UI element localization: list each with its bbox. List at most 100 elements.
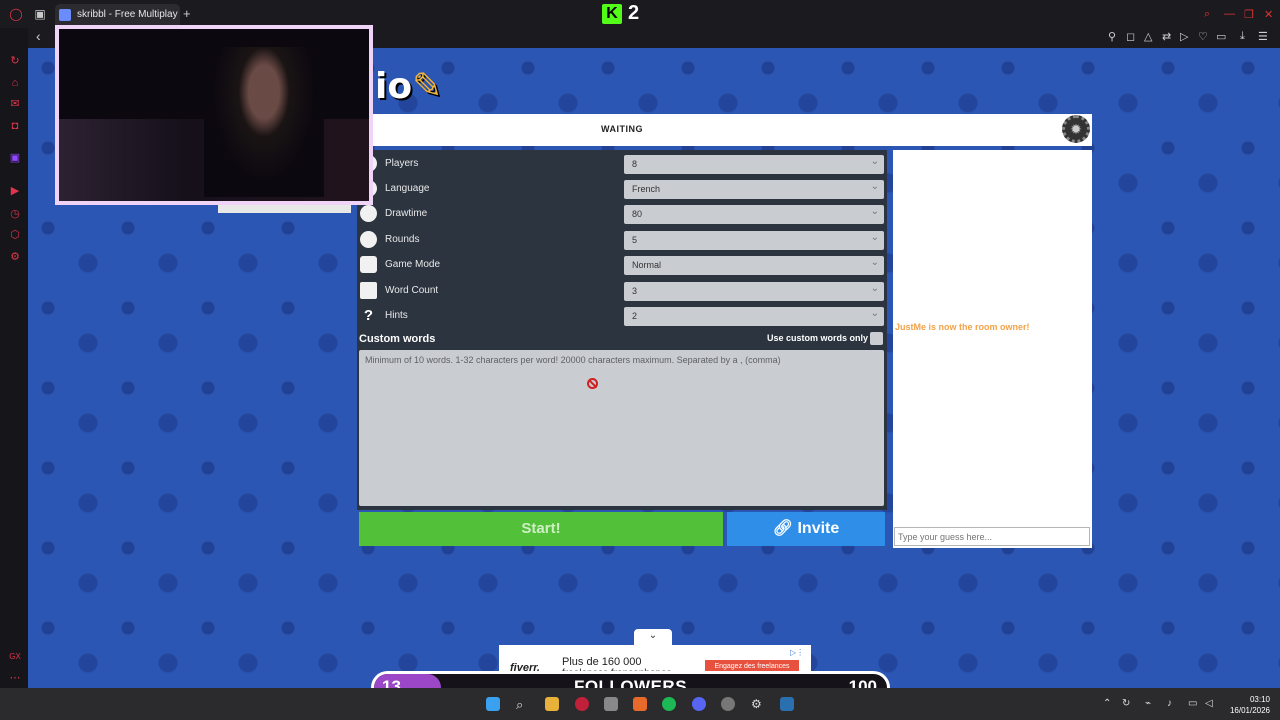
sidebar-player-icon[interactable]: ▶ (9, 185, 21, 197)
setting-label: Drawtime (385, 208, 428, 219)
clock-time: 03:10 (1249, 695, 1270, 704)
sidebar-settings-icon[interactable]: ⚙ (9, 251, 21, 263)
tray-network-icon[interactable]: ⌁ (1145, 698, 1151, 709)
play-icon[interactable]: ▷ (1180, 30, 1188, 43)
clock-date: 16/01/2026 (1229, 706, 1270, 715)
gear-taskbar-icon[interactable]: ⚙ (751, 697, 765, 711)
opera-logo-icon[interactable]: ◯ (8, 6, 24, 22)
tab-skribbl[interactable]: skribbl - Free Multiplay (55, 4, 180, 26)
setting-label: Rounds (385, 234, 420, 245)
word-count-icon (360, 282, 377, 299)
hints-select[interactable]: 2 (624, 304, 884, 326)
opera-gx-taskbar-icon[interactable] (575, 697, 589, 711)
player-card (218, 205, 351, 213)
back-button[interactable]: ‹ (36, 28, 41, 44)
file-explorer-icon[interactable] (545, 697, 559, 711)
search-icon[interactable]: ⌕ (1204, 8, 1210, 21)
spotify-icon[interactable] (662, 697, 676, 711)
setting-row-word-count: Word Count 3 (357, 279, 887, 302)
download-icon[interactable]: ⤓ (1240, 30, 1245, 43)
streamer-video (204, 47, 324, 197)
language-select[interactable]: French (624, 177, 884, 199)
sidebar-history-icon[interactable]: ◷ (9, 208, 21, 220)
hints-icon: ? (363, 307, 374, 324)
browser-sidebar: ↻ ⌂ ✉ ◘ ▣ ▶ ◷ ⬡ ⚙ GX ⋯ (0, 28, 28, 688)
new-tab-button[interactable]: + (183, 6, 191, 21)
chat-message: JustMe is now the room owner! (895, 322, 1030, 332)
search-taskbar-icon[interactable]: ⌕ (516, 697, 530, 712)
app-a-icon[interactable] (633, 697, 647, 711)
ad-headline: Plus de 160 000 (562, 656, 642, 668)
tray-volume-icon[interactable]: ◁ (1205, 698, 1213, 709)
game-status-bar: WAITING (357, 114, 1092, 146)
battery-icon: ▭ (1216, 31, 1227, 43)
sidebar-gx-icon[interactable]: GX (9, 651, 21, 663)
tray-display-icon[interactable]: ▭ (1188, 698, 1197, 709)
windows-start-icon[interactable] (486, 697, 500, 711)
webcam-overlay (55, 25, 373, 205)
minimize-icon[interactable]: — (1224, 8, 1235, 20)
sidebar-extensions-icon[interactable]: ⬡ (9, 229, 21, 241)
heart-icon[interactable]: ♡ (1198, 30, 1208, 43)
close-icon[interactable]: ✕ (1264, 8, 1273, 21)
guess-input[interactable] (894, 527, 1090, 546)
setting-row-game-mode: Game Mode Normal (357, 253, 887, 276)
drawtime-select[interactable]: 80 (624, 202, 884, 224)
settings-gear-icon[interactable]: ✹ (1062, 115, 1090, 143)
setting-label: Game Mode (385, 259, 441, 270)
setting-row-players: Players 8 (357, 152, 887, 175)
translate-icon[interactable]: ⇄ (1162, 30, 1171, 43)
rounds-select[interactable]: 5 (624, 228, 884, 250)
warning-icon[interactable]: △ (1144, 30, 1152, 43)
windows-taskbar: ⌕ ⚙ ⌃ ↻ ⌁ ♪ ▭ ◁ 03:10 16/01/2026 (0, 688, 1280, 720)
use-custom-words-checkbox[interactable] (870, 332, 883, 345)
sidebar-refresh-icon[interactable]: ↻ (9, 55, 21, 67)
sidebar-instagram-icon[interactable]: ◘ (9, 120, 21, 132)
chat-panel: JustMe is now the room owner! (893, 150, 1092, 548)
setting-row-language: Language French (357, 177, 887, 200)
skribbl-favicon-icon (59, 9, 71, 21)
ad-choices-icon[interactable]: ▷⋮ (790, 648, 804, 657)
game-mode-select[interactable]: Normal (624, 253, 884, 275)
start-button[interactable]: Start! (359, 512, 723, 546)
setting-row-hints: ? Hints 2 (357, 304, 887, 327)
discord-icon[interactable] (692, 697, 706, 711)
maximize-icon[interactable]: ❐ (1244, 8, 1254, 21)
tray-chevron-icon[interactable]: ⌃ (1103, 698, 1111, 709)
game-mode-icon (360, 256, 377, 273)
not-allowed-cursor-icon (587, 378, 598, 389)
clock-icon (360, 205, 377, 222)
skribbl-logo: io✎ (375, 66, 442, 107)
sidebar-twitch-icon[interactable]: ▣ (9, 152, 21, 164)
tray-mic-icon[interactable]: ♪ (1167, 698, 1172, 709)
menu-icon[interactable]: ☰ (1258, 30, 1268, 43)
pin-icon[interactable]: ⚲ (1108, 30, 1116, 43)
obs-icon[interactable] (721, 697, 735, 711)
players-select[interactable]: 8 (624, 152, 884, 174)
use-custom-words-label: Use custom words only (767, 333, 869, 343)
setting-label: Word Count (385, 285, 439, 296)
word-count-select[interactable]: 3 (624, 279, 884, 301)
logo-text: io (375, 66, 413, 107)
tab-title: skribbl - Free Multiplay (77, 9, 178, 20)
steam-icon[interactable] (780, 697, 794, 711)
custom-words-input[interactable] (359, 350, 884, 506)
browser-tab-bar: ◯ ▣ skribbl - Free Multiplay + K 2 ⌕ — ❐… (0, 0, 1280, 28)
tray-sync-icon[interactable]: ↻ (1122, 698, 1130, 709)
invite-label: Invite (797, 520, 840, 537)
tab-islands-icon[interactable]: ▣ (32, 6, 48, 22)
sidebar-messenger-icon[interactable]: ✉ (9, 98, 21, 110)
custom-words-label: Custom words (359, 333, 436, 345)
store-icon[interactable] (604, 697, 618, 711)
pencil-icon: ✎ (412, 66, 443, 107)
setting-row-drawtime: Drawtime 80 (357, 202, 887, 225)
setting-label: Hints (385, 310, 408, 321)
invite-button[interactable]: 🔗︎ Invite (727, 512, 885, 546)
sidebar-more-icon[interactable]: ⋯ (9, 672, 21, 684)
setting-label: Language (385, 183, 430, 194)
ad-collapse-chevron-icon[interactable]: ⌄ (634, 629, 672, 645)
sidebar-bag-icon[interactable]: ⌂ (9, 77, 21, 89)
system-clock[interactable]: 03:10 16/01/2026 (1226, 694, 1270, 716)
kick-logo-icon: K (602, 4, 622, 24)
snapshot-icon[interactable]: ◻ (1126, 30, 1135, 43)
